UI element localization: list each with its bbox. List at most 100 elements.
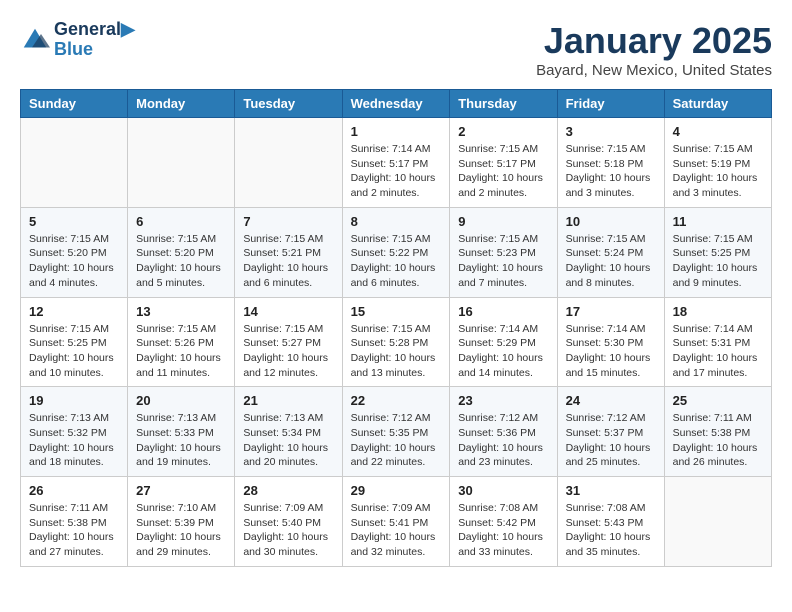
weekday-header-sunday: Sunday	[21, 90, 128, 118]
day-info: Sunrise: 7:13 AM Sunset: 5:33 PM Dayligh…	[136, 411, 226, 470]
weekday-header-monday: Monday	[128, 90, 235, 118]
day-number: 27	[136, 483, 226, 498]
calendar-cell: 3 Sunrise: 7:15 AM Sunset: 5:18 PM Daylig…	[557, 118, 664, 208]
day-number: 7	[243, 214, 333, 229]
day-info: Sunrise: 7:14 AM Sunset: 5:31 PM Dayligh…	[673, 322, 763, 381]
calendar-week-2: 5 Sunrise: 7:15 AM Sunset: 5:20 PM Daylig…	[21, 207, 772, 297]
calendar-cell: 22 Sunrise: 7:12 AM Sunset: 5:35 PM Dayli…	[342, 387, 450, 477]
day-number: 25	[673, 393, 763, 408]
day-number: 16	[458, 304, 548, 319]
day-info: Sunrise: 7:15 AM Sunset: 5:20 PM Dayligh…	[136, 232, 226, 291]
weekday-header-saturday: Saturday	[664, 90, 771, 118]
day-info: Sunrise: 7:13 AM Sunset: 5:34 PM Dayligh…	[243, 411, 333, 470]
day-number: 12	[29, 304, 119, 319]
day-info: Sunrise: 7:15 AM Sunset: 5:25 PM Dayligh…	[29, 322, 119, 381]
calendar-cell: 23Sunrise: 7:12 AM Sunset: 5:36 PM Dayli…	[450, 387, 557, 477]
calendar-cell: 24 Sunrise: 7:12 AM Sunset: 5:37 PM Dayli…	[557, 387, 664, 477]
calendar-cell: 19Sunrise: 7:13 AM Sunset: 5:32 PM Dayli…	[21, 387, 128, 477]
month-title: January 2025	[536, 20, 772, 62]
day-info: Sunrise: 7:15 AM Sunset: 5:24 PM Dayligh…	[566, 232, 656, 291]
calendar-cell: 4 Sunrise: 7:15 AM Sunset: 5:19 PM Daylig…	[664, 118, 771, 208]
day-number: 8	[351, 214, 442, 229]
calendar-cell: 20 Sunrise: 7:13 AM Sunset: 5:33 PM Dayli…	[128, 387, 235, 477]
day-info: Sunrise: 7:14 AM Sunset: 5:30 PM Dayligh…	[566, 322, 656, 381]
day-number: 9	[458, 214, 548, 229]
calendar-cell: 6 Sunrise: 7:15 AM Sunset: 5:20 PM Daylig…	[128, 207, 235, 297]
day-info: Sunrise: 7:11 AM Sunset: 5:38 PM Dayligh…	[29, 501, 119, 560]
calendar-cell: 31 Sunrise: 7:08 AM Sunset: 5:43 PM Dayli…	[557, 477, 664, 567]
day-number: 29	[351, 483, 442, 498]
day-number: 3	[566, 124, 656, 139]
day-info: Sunrise: 7:15 AM Sunset: 5:19 PM Dayligh…	[673, 142, 763, 201]
calendar-cell: 29 Sunrise: 7:09 AM Sunset: 5:41 PM Dayli…	[342, 477, 450, 567]
calendar-cell: 16 Sunrise: 7:14 AM Sunset: 5:29 PM Dayli…	[450, 297, 557, 387]
calendar-cell: 15 Sunrise: 7:15 AM Sunset: 5:28 PM Dayli…	[342, 297, 450, 387]
calendar-cell: 8Sunrise: 7:15 AM Sunset: 5:22 PM Daylig…	[342, 207, 450, 297]
day-info: Sunrise: 7:15 AM Sunset: 5:18 PM Dayligh…	[566, 142, 656, 201]
page-header: General▶ Blue January 2025 Bayard, New M…	[20, 20, 772, 79]
calendar-cell: 13Sunrise: 7:15 AM Sunset: 5:26 PM Dayli…	[128, 297, 235, 387]
day-info: Sunrise: 7:10 AM Sunset: 5:39 PM Dayligh…	[136, 501, 226, 560]
calendar-cell: 27 Sunrise: 7:10 AM Sunset: 5:39 PM Dayli…	[128, 477, 235, 567]
weekday-header-tuesday: Tuesday	[235, 90, 342, 118]
day-number: 4	[673, 124, 763, 139]
day-info: Sunrise: 7:14 AM Sunset: 5:29 PM Dayligh…	[458, 322, 548, 381]
calendar-week-1: 1 Sunrise: 7:14 AM Sunset: 5:17 PM Daylig…	[21, 118, 772, 208]
day-number: 30	[458, 483, 548, 498]
day-info: Sunrise: 7:15 AM Sunset: 5:21 PM Dayligh…	[243, 232, 333, 291]
day-number: 15	[351, 304, 442, 319]
day-info: Sunrise: 7:15 AM Sunset: 5:28 PM Dayligh…	[351, 322, 442, 381]
day-number: 2	[458, 124, 548, 139]
location-subtitle: Bayard, New Mexico, United States	[536, 62, 772, 79]
day-info: Sunrise: 7:15 AM Sunset: 5:23 PM Dayligh…	[458, 232, 548, 291]
day-info: Sunrise: 7:09 AM Sunset: 5:41 PM Dayligh…	[351, 501, 442, 560]
calendar-cell: 30Sunrise: 7:08 AM Sunset: 5:42 PM Dayli…	[450, 477, 557, 567]
calendar-cell: 9 Sunrise: 7:15 AM Sunset: 5:23 PM Daylig…	[450, 207, 557, 297]
day-number: 20	[136, 393, 226, 408]
logo-text: General▶ Blue	[54, 20, 135, 60]
day-number: 28	[243, 483, 333, 498]
day-info: Sunrise: 7:15 AM Sunset: 5:17 PM Dayligh…	[458, 142, 548, 201]
day-number: 1	[351, 124, 442, 139]
day-number: 5	[29, 214, 119, 229]
weekday-header-friday: Friday	[557, 90, 664, 118]
day-info: Sunrise: 7:12 AM Sunset: 5:37 PM Dayligh…	[566, 411, 656, 470]
day-info: Sunrise: 7:11 AM Sunset: 5:38 PM Dayligh…	[673, 411, 763, 470]
weekday-header-row: SundayMondayTuesdayWednesdayThursdayFrid…	[21, 90, 772, 118]
calendar-cell: 7 Sunrise: 7:15 AM Sunset: 5:21 PM Daylig…	[235, 207, 342, 297]
calendar-cell: 12 Sunrise: 7:15 AM Sunset: 5:25 PM Dayli…	[21, 297, 128, 387]
calendar-cell	[128, 118, 235, 208]
day-number: 18	[673, 304, 763, 319]
day-number: 14	[243, 304, 333, 319]
title-block: January 2025 Bayard, New Mexico, United …	[536, 20, 772, 79]
day-number: 31	[566, 483, 656, 498]
logo: General▶ Blue	[20, 20, 135, 60]
calendar-cell: 1 Sunrise: 7:14 AM Sunset: 5:17 PM Daylig…	[342, 118, 450, 208]
day-info: Sunrise: 7:15 AM Sunset: 5:20 PM Dayligh…	[29, 232, 119, 291]
day-info: Sunrise: 7:12 AM Sunset: 5:36 PM Dayligh…	[458, 411, 548, 470]
calendar-cell: 11Sunrise: 7:15 AM Sunset: 5:25 PM Dayli…	[664, 207, 771, 297]
calendar-cell	[235, 118, 342, 208]
weekday-header-thursday: Thursday	[450, 90, 557, 118]
calendar-cell: 26 Sunrise: 7:11 AM Sunset: 5:38 PM Dayli…	[21, 477, 128, 567]
calendar-cell: 14 Sunrise: 7:15 AM Sunset: 5:27 PM Dayli…	[235, 297, 342, 387]
weekday-header-wednesday: Wednesday	[342, 90, 450, 118]
day-number: 6	[136, 214, 226, 229]
calendar-cell: 21Sunrise: 7:13 AM Sunset: 5:34 PM Dayli…	[235, 387, 342, 477]
day-info: Sunrise: 7:08 AM Sunset: 5:43 PM Dayligh…	[566, 501, 656, 560]
calendar-week-3: 12 Sunrise: 7:15 AM Sunset: 5:25 PM Dayli…	[21, 297, 772, 387]
day-number: 24	[566, 393, 656, 408]
day-number: 26	[29, 483, 119, 498]
day-info: Sunrise: 7:15 AM Sunset: 5:27 PM Dayligh…	[243, 322, 333, 381]
day-info: Sunrise: 7:12 AM Sunset: 5:35 PM Dayligh…	[351, 411, 442, 470]
logo-icon	[20, 25, 50, 55]
calendar-cell: 28Sunrise: 7:09 AM Sunset: 5:40 PM Dayli…	[235, 477, 342, 567]
calendar-cell: 10Sunrise: 7:15 AM Sunset: 5:24 PM Dayli…	[557, 207, 664, 297]
day-number: 17	[566, 304, 656, 319]
day-number: 13	[136, 304, 226, 319]
day-info: Sunrise: 7:15 AM Sunset: 5:25 PM Dayligh…	[673, 232, 763, 291]
day-number: 19	[29, 393, 119, 408]
calendar-cell: 5 Sunrise: 7:15 AM Sunset: 5:20 PM Daylig…	[21, 207, 128, 297]
day-number: 22	[351, 393, 442, 408]
day-info: Sunrise: 7:14 AM Sunset: 5:17 PM Dayligh…	[351, 142, 442, 201]
